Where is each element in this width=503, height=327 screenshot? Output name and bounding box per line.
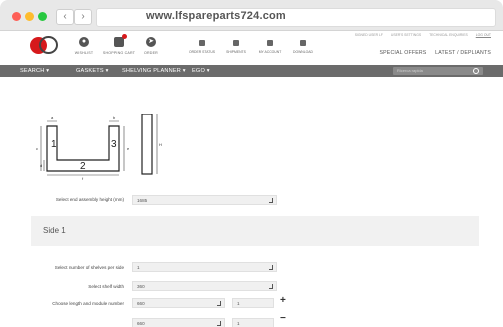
document-icon: [199, 40, 205, 46]
length-select-1[interactable]: 660: [132, 298, 225, 308]
menu-ego[interactable]: EGO ▾: [192, 68, 210, 74]
module-value-1: 1: [237, 301, 240, 306]
promo-links: SPECIAL OFFERS LATEST / DEPLIANTS: [372, 50, 491, 56]
chevron-down-icon: [269, 265, 273, 270]
length-select-2[interactable]: 660: [132, 318, 225, 327]
signed-user-text: SIGNED USER LF: [354, 33, 383, 37]
chevron-down-icon: [269, 284, 273, 289]
shelves-value: 1: [137, 265, 140, 270]
shelf-width-label: Select shelf width: [88, 284, 124, 289]
module-value-2: 1: [237, 321, 240, 326]
label-a: a: [51, 115, 54, 120]
my-account-link[interactable]: MY ACCOUNT: [253, 40, 287, 54]
label-d: d: [40, 163, 42, 168]
browser-window: ‹ › www.lfspareparts724.com ● WISHLIST S…: [0, 0, 503, 327]
label-h: H: [159, 142, 162, 147]
chevron-down-icon: [217, 321, 221, 326]
chevron-down-icon: [269, 198, 273, 203]
side-1-panel: Side 1: [31, 216, 479, 246]
back-button[interactable]: ‹: [56, 9, 74, 25]
label-two: 2: [80, 161, 86, 172]
label-one: 1: [51, 139, 57, 150]
truck-icon: [233, 40, 239, 46]
cart-icon: [114, 34, 127, 47]
wishlist-link[interactable]: ● WISHLIST: [64, 37, 104, 55]
length-value-2: 660: [137, 321, 145, 326]
wishlist-label: WISHLIST: [74, 51, 94, 55]
minimize-window-dot[interactable]: [25, 12, 34, 21]
address-bar[interactable]: www.lfspareparts724.com: [96, 8, 496, 27]
label-e: e: [127, 146, 130, 151]
quick-search-input[interactable]: Ricerca rapida: [393, 67, 483, 75]
url-text: www.lfspareparts724.com: [146, 10, 286, 22]
account-links: SIGNED USER LF USER'S SETTINGS TECHNICAL…: [348, 33, 491, 37]
add-row-button[interactable]: +: [280, 295, 286, 306]
main-menu-bar: SEARCH ▾ GASKETS ▾ SHELVING PLANNER ▾ EG…: [0, 65, 503, 77]
forward-button[interactable]: ›: [74, 9, 92, 25]
label-b: b: [113, 115, 116, 120]
shipments-label: SHIPMENTS: [226, 50, 246, 54]
order-icon: ➤: [146, 37, 156, 47]
search-placeholder: Ricerca rapida: [397, 68, 423, 73]
logout-link[interactable]: LOG OUT: [476, 33, 491, 37]
calendar-icon: [267, 40, 273, 46]
logo-ring: [39, 36, 58, 54]
side-title: Side 1: [43, 226, 66, 235]
menu-search[interactable]: SEARCH ▾: [20, 68, 49, 74]
download-icon: [300, 40, 306, 46]
shelf-dimension-diagram: a b c d e f 1 3 2 H: [36, 114, 162, 180]
length-label: Choose length and module number: [52, 301, 124, 306]
order-status-link[interactable]: ORDER STATUS: [185, 40, 219, 54]
end-height-label: Select end assembly height (mm): [55, 197, 124, 202]
chevron-down-icon: [217, 301, 221, 306]
shelves-label: Select number of shelves per side: [54, 265, 124, 270]
latest-depliants-link[interactable]: LATEST / DEPLIANTS: [435, 50, 491, 56]
order-label: ORDER: [144, 51, 158, 55]
download-link[interactable]: DOWNLOAD: [286, 40, 320, 54]
special-offers-link[interactable]: SPECIAL OFFERS: [379, 50, 426, 56]
length-value-1: 660: [137, 301, 145, 306]
maximize-window-dot[interactable]: [38, 12, 47, 21]
label-c: c: [36, 146, 38, 151]
technical-enquiries-link[interactable]: TECHNICAL ENQUIRIES: [429, 33, 468, 37]
module-stepper-1[interactable]: 1: [232, 298, 274, 308]
shelf-width-select[interactable]: 360: [132, 281, 277, 291]
menu-gaskets[interactable]: GASKETS ▾: [76, 68, 109, 74]
shelf-width-value: 360: [137, 284, 145, 289]
my-account-label: MY ACCOUNT: [258, 50, 282, 54]
shipments-link[interactable]: SHIPMENTS: [219, 40, 253, 54]
site-header: ● WISHLIST SHOPPING CART ➤ ORDER ORDER S…: [0, 31, 503, 70]
heart-icon: ●: [79, 37, 89, 47]
shelves-select[interactable]: 1: [132, 262, 277, 272]
label-f: f: [82, 176, 84, 180]
user-settings-link[interactable]: USER'S SETTINGS: [391, 33, 421, 37]
label-three: 3: [111, 139, 117, 150]
remove-row-button[interactable]: −: [280, 313, 286, 324]
close-window-dot[interactable]: [12, 12, 21, 21]
logo-flag-stripe: [32, 57, 58, 70]
order-status-label: ORDER STATUS: [188, 50, 216, 54]
download-label: DOWNLOAD: [293, 50, 313, 54]
side-view-rect: [141, 114, 153, 175]
module-stepper-2[interactable]: 1: [232, 318, 274, 327]
search-icon[interactable]: [473, 68, 479, 74]
order-link[interactable]: ➤ ORDER: [131, 37, 171, 55]
menu-shelving-planner[interactable]: SHELVING PLANNER ▾: [122, 68, 186, 74]
site-logo[interactable]: [30, 35, 64, 70]
browser-titlebar: ‹ › www.lfspareparts724.com: [0, 0, 503, 31]
end-height-select[interactable]: 1685: [132, 195, 277, 205]
end-height-value: 1685: [137, 198, 148, 203]
